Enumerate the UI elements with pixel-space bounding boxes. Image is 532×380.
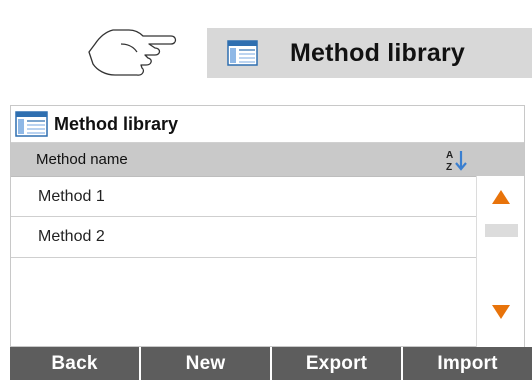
scroll-thumb[interactable] xyxy=(485,224,518,237)
pointing-hand-icon xyxy=(88,29,177,76)
sort-az-icon: A Z xyxy=(446,150,467,172)
list-item-label: Method 1 xyxy=(38,187,105,205)
new-button[interactable]: New xyxy=(141,347,270,380)
list-item[interactable]: Method 2 xyxy=(11,217,476,258)
window-titlebar: Method library xyxy=(11,106,524,143)
scrollbar[interactable] xyxy=(476,176,524,347)
bottom-button-bar: Back New Export Import xyxy=(10,347,532,380)
sort-button[interactable]: A Z xyxy=(444,147,468,173)
column-header-spacer xyxy=(476,143,524,176)
column-header-method-name[interactable]: Method name A Z xyxy=(11,143,476,176)
back-button[interactable]: Back xyxy=(10,347,139,380)
svg-text:A: A xyxy=(446,150,453,161)
method-library-tile[interactable]: Method library xyxy=(207,28,532,78)
window-title: Method library xyxy=(54,113,179,134)
arrow-up-icon[interactable] xyxy=(492,190,510,204)
method-list: Method 1 Method 2 xyxy=(11,176,476,258)
export-button[interactable]: Export xyxy=(272,347,401,380)
tile-title: Method library xyxy=(290,38,466,67)
list-item[interactable]: Method 1 xyxy=(11,176,476,217)
column-header-label: Method name xyxy=(36,151,128,168)
method-library-icon xyxy=(227,40,258,66)
arrow-down-icon[interactable] xyxy=(492,305,510,319)
method-library-icon xyxy=(15,111,48,137)
method-table: Method name A Z Method 1 Method 2 xyxy=(11,143,524,347)
svg-text:Z: Z xyxy=(446,162,452,172)
method-library-window: Method library Method name A Z Method 1 … xyxy=(10,105,525,347)
import-button[interactable]: Import xyxy=(403,347,532,380)
list-item-label: Method 2 xyxy=(38,228,105,245)
